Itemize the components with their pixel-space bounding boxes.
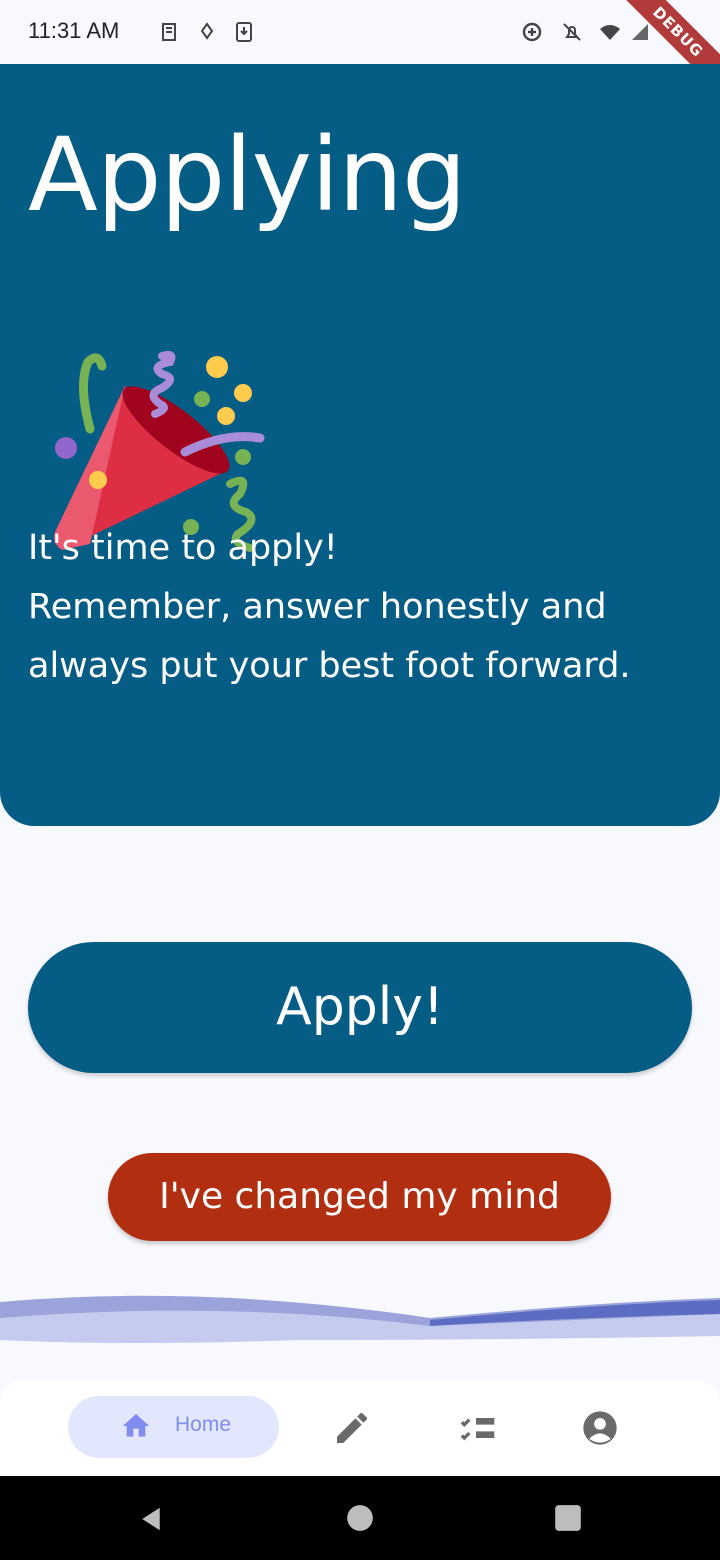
hero-line: It's time to apply! bbox=[28, 528, 338, 568]
edit-icon[interactable] bbox=[332, 1408, 372, 1448]
apply-button[interactable]: Apply! bbox=[28, 942, 692, 1073]
wifi-icon bbox=[600, 25, 620, 40]
back-icon[interactable] bbox=[136, 1504, 166, 1534]
recents-icon[interactable] bbox=[554, 1504, 582, 1532]
home-icon bbox=[122, 1414, 150, 1437]
signal-icon bbox=[632, 24, 648, 40]
screen: 11:31 AM DEBUG Applying It's time to app… bbox=[0, 0, 720, 1560]
nav-home-label: Home bbox=[175, 1413, 232, 1436]
hero-line: always put your best foot forward. bbox=[28, 646, 631, 686]
hero-line: Remember, answer honestly and bbox=[28, 587, 607, 627]
data-saver-icon bbox=[522, 22, 542, 42]
checklist-icon[interactable] bbox=[456, 1408, 496, 1448]
hero-card: Applying It's time to apply! Remember, a… bbox=[0, 64, 720, 826]
changed-my-mind-button[interactable]: I've changed my mind bbox=[108, 1153, 611, 1241]
location-icon bbox=[200, 22, 214, 40]
sim-icon bbox=[162, 23, 176, 41]
page-title: Applying bbox=[28, 116, 467, 235]
account-icon[interactable] bbox=[580, 1408, 620, 1448]
status-bar: 11:31 AM DEBUG bbox=[0, 0, 720, 99]
bottom-navigation: Home bbox=[0, 1380, 720, 1476]
notifications-off-icon bbox=[563, 23, 581, 41]
nav-item-home[interactable]: Home bbox=[68, 1396, 279, 1458]
hero-message: It's time to apply! Remember, answer hon… bbox=[28, 519, 708, 696]
home-circle-icon[interactable] bbox=[346, 1504, 374, 1532]
status-time: 11:31 AM bbox=[28, 18, 120, 43]
wave-decoration bbox=[0, 1295, 720, 1343]
system-navigation-bar bbox=[0, 1476, 720, 1560]
download-icon bbox=[236, 22, 252, 42]
